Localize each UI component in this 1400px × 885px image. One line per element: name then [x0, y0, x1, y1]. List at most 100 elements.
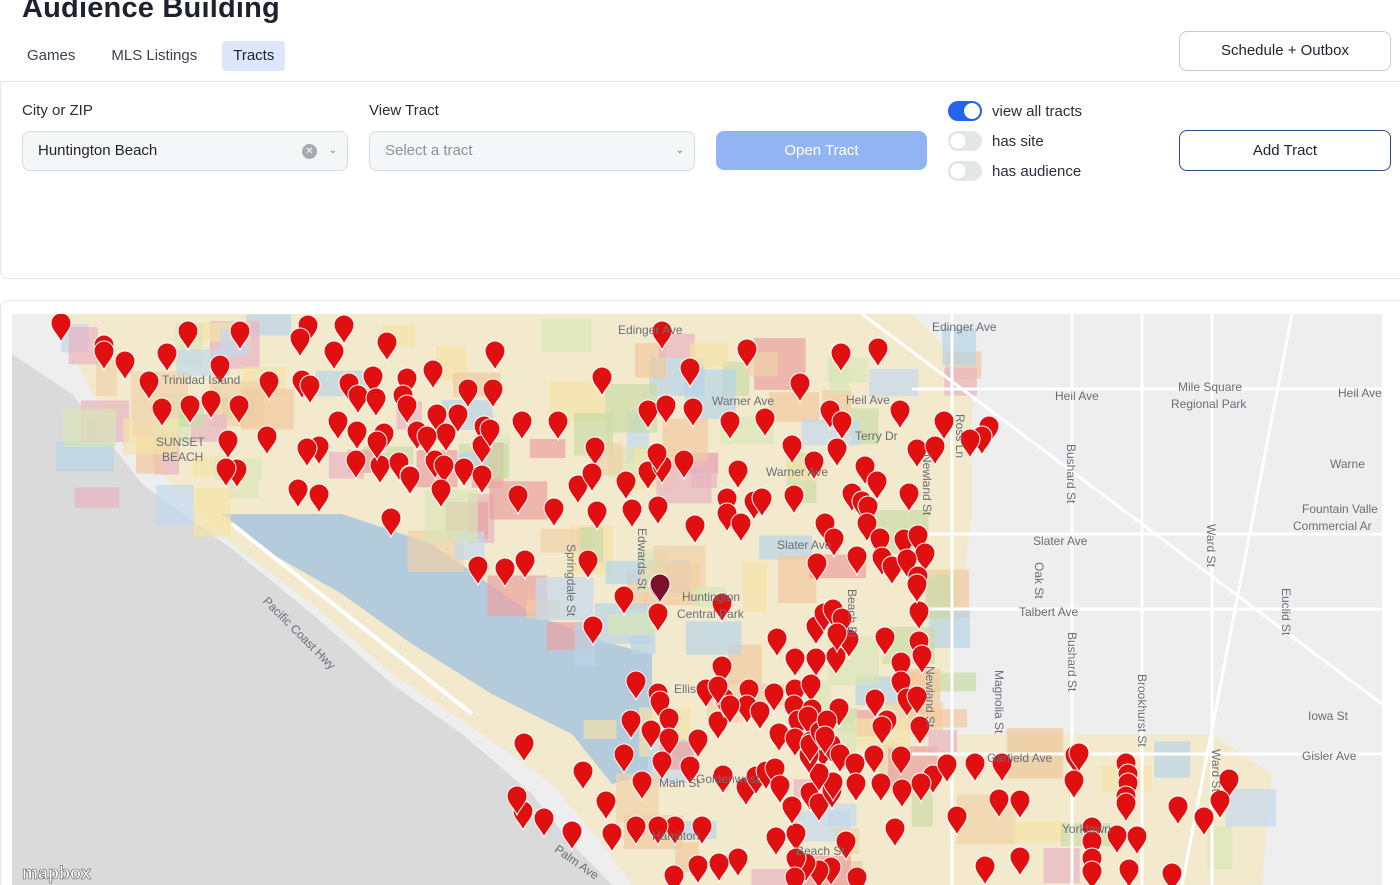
map-marker-pin[interactable]: [846, 866, 868, 885]
city-select[interactable]: Huntington Beach ✕ ⌄: [22, 131, 348, 171]
area-label: SUNSET: [156, 435, 205, 449]
street-label: Edinger Ave: [932, 320, 997, 334]
tract-tile[interactable]: [541, 318, 592, 353]
street-label: Springdale St: [564, 544, 578, 617]
open-tract-button[interactable]: Open Tract: [716, 131, 927, 170]
street-label: Beach Bl: [845, 589, 859, 638]
tract-tile[interactable]: [583, 719, 617, 739]
mapbox-logo[interactable]: mapbox: [22, 863, 92, 884]
street-label: Slater Ave: [1033, 534, 1088, 548]
street-label: Garfield Ave: [987, 751, 1053, 765]
toggle-has-site: has site: [948, 131, 1044, 151]
tract-tile[interactable]: [1012, 821, 1065, 842]
toggle-has-audience: has audience: [948, 161, 1081, 181]
tract-tile[interactable]: [74, 487, 120, 508]
add-tract-button[interactable]: Add Tract: [1179, 130, 1391, 171]
street-label: Terry Dr: [855, 429, 898, 443]
street-label: Ellis: [674, 682, 697, 696]
switch-knob: [950, 163, 966, 179]
view-all-tracts-switch[interactable]: [948, 101, 982, 121]
street-label: Slater Ave: [777, 538, 832, 552]
map-marker-pin[interactable]: [1161, 862, 1183, 885]
area-label: Fountain Valle: [1302, 502, 1378, 516]
street-label: Gisler Ave: [1302, 749, 1357, 763]
tract-tile[interactable]: [944, 367, 977, 396]
street-label: Magnolia St: [992, 670, 1006, 734]
tab-mls-listings[interactable]: MLS Listings: [100, 41, 208, 71]
tract-tile[interactable]: [63, 408, 117, 447]
map-marker-pin[interactable]: [784, 866, 806, 885]
switch-knob: [964, 103, 980, 119]
street-label: Ward St: [1209, 749, 1223, 792]
street-label: Ward St: [1204, 524, 1218, 567]
street-label: Euclid St: [1279, 588, 1293, 636]
city-label: City or ZIP: [22, 102, 93, 119]
street-label: Main St: [659, 776, 700, 790]
has-site-switch[interactable]: [948, 131, 982, 151]
tract-tile[interactable]: [156, 484, 194, 526]
street-label: Warner Ave: [712, 394, 775, 408]
tract-tile[interactable]: [769, 392, 820, 423]
street-label: Warner Ave: [766, 465, 829, 479]
street-label: Heil Ave: [1338, 386, 1382, 400]
street-label: Newland St: [920, 454, 934, 516]
park-label: Huntington: [682, 590, 741, 604]
street-label: Hamilton: [652, 829, 700, 843]
tab-games[interactable]: Games: [16, 41, 86, 71]
page-title: Audience Building: [22, 0, 280, 24]
has-audience-label: has audience: [992, 162, 1082, 180]
page: Audience Building Games MLS Listings Tra…: [0, 0, 1400, 885]
tract-tile[interactable]: [193, 487, 231, 537]
tab-bar: Games MLS Listings Tracts: [16, 41, 286, 71]
tract-tile[interactable]: [529, 439, 566, 459]
park-label: Mile Square: [1178, 380, 1243, 394]
clear-icon[interactable]: ✕: [302, 144, 317, 159]
map-marker-pin[interactable]: [663, 864, 685, 885]
street-label: Iowa St: [1308, 709, 1349, 723]
street-label: Ross Ln: [953, 414, 967, 459]
chevron-down-icon[interactable]: ⌄: [676, 132, 684, 170]
street-label: Newland St: [923, 666, 937, 728]
chevron-down-icon[interactable]: ⌄: [329, 132, 337, 170]
tract-tile[interactable]: [1225, 789, 1276, 827]
street-label: Beach St: [796, 844, 845, 858]
area-label: BEACH: [162, 450, 204, 464]
tract-select-placeholder: Select a tract: [385, 142, 473, 159]
tract-select[interactable]: Select a tract ⌄: [369, 131, 695, 171]
tab-tracts[interactable]: Tracts: [222, 41, 286, 71]
street-label: Goldenwest: [696, 772, 760, 786]
tract-tile[interactable]: [685, 621, 742, 655]
tract-tile[interactable]: [1043, 848, 1080, 884]
view-all-tracts-label: view all tracts: [992, 102, 1083, 120]
tract-tile[interactable]: [68, 327, 98, 365]
tract-tile[interactable]: [608, 613, 656, 636]
toggle-view-all-tracts: view all tracts: [948, 101, 1082, 121]
street-label: Edwards St: [635, 528, 649, 590]
filter-panel: [0, 82, 1400, 279]
tract-map[interactable]: Edinger Ave Edinger Ave Heil Ave Heil Av…: [12, 314, 1382, 885]
tract-tile[interactable]: [424, 490, 478, 542]
tract-label: View Tract: [369, 102, 439, 119]
area-label: Commercial Ar: [1293, 519, 1372, 533]
street-label: Warne: [1330, 457, 1365, 471]
street-label: Edinger Ave: [618, 323, 683, 337]
city-select-value: Huntington Beach: [38, 142, 158, 159]
tract-tile[interactable]: [751, 869, 789, 885]
has-site-label: has site: [992, 132, 1044, 150]
switch-knob: [950, 133, 966, 149]
street-label: Talbert Ave: [1019, 605, 1079, 619]
street-label: Bushard St: [1064, 444, 1078, 504]
schedule-outbox-button[interactable]: Schedule + Outbox: [1179, 31, 1391, 71]
tract-tile[interactable]: [1154, 741, 1191, 778]
tract-tile[interactable]: [743, 561, 767, 613]
street-label: Yorktown: [1062, 822, 1111, 836]
park-label: Regional Park: [1171, 397, 1247, 411]
street-label: Bushard St: [1065, 632, 1079, 692]
street-label: Oak St: [1032, 562, 1046, 599]
street-label: Heil Ave: [846, 393, 890, 407]
park-label: Central Park: [677, 607, 744, 621]
street-label: Heil Ave: [1055, 389, 1099, 403]
street-label: Brookhurst St: [1135, 674, 1149, 747]
has-audience-switch[interactable]: [948, 161, 982, 181]
area-label: Trinidad Island: [162, 373, 241, 387]
